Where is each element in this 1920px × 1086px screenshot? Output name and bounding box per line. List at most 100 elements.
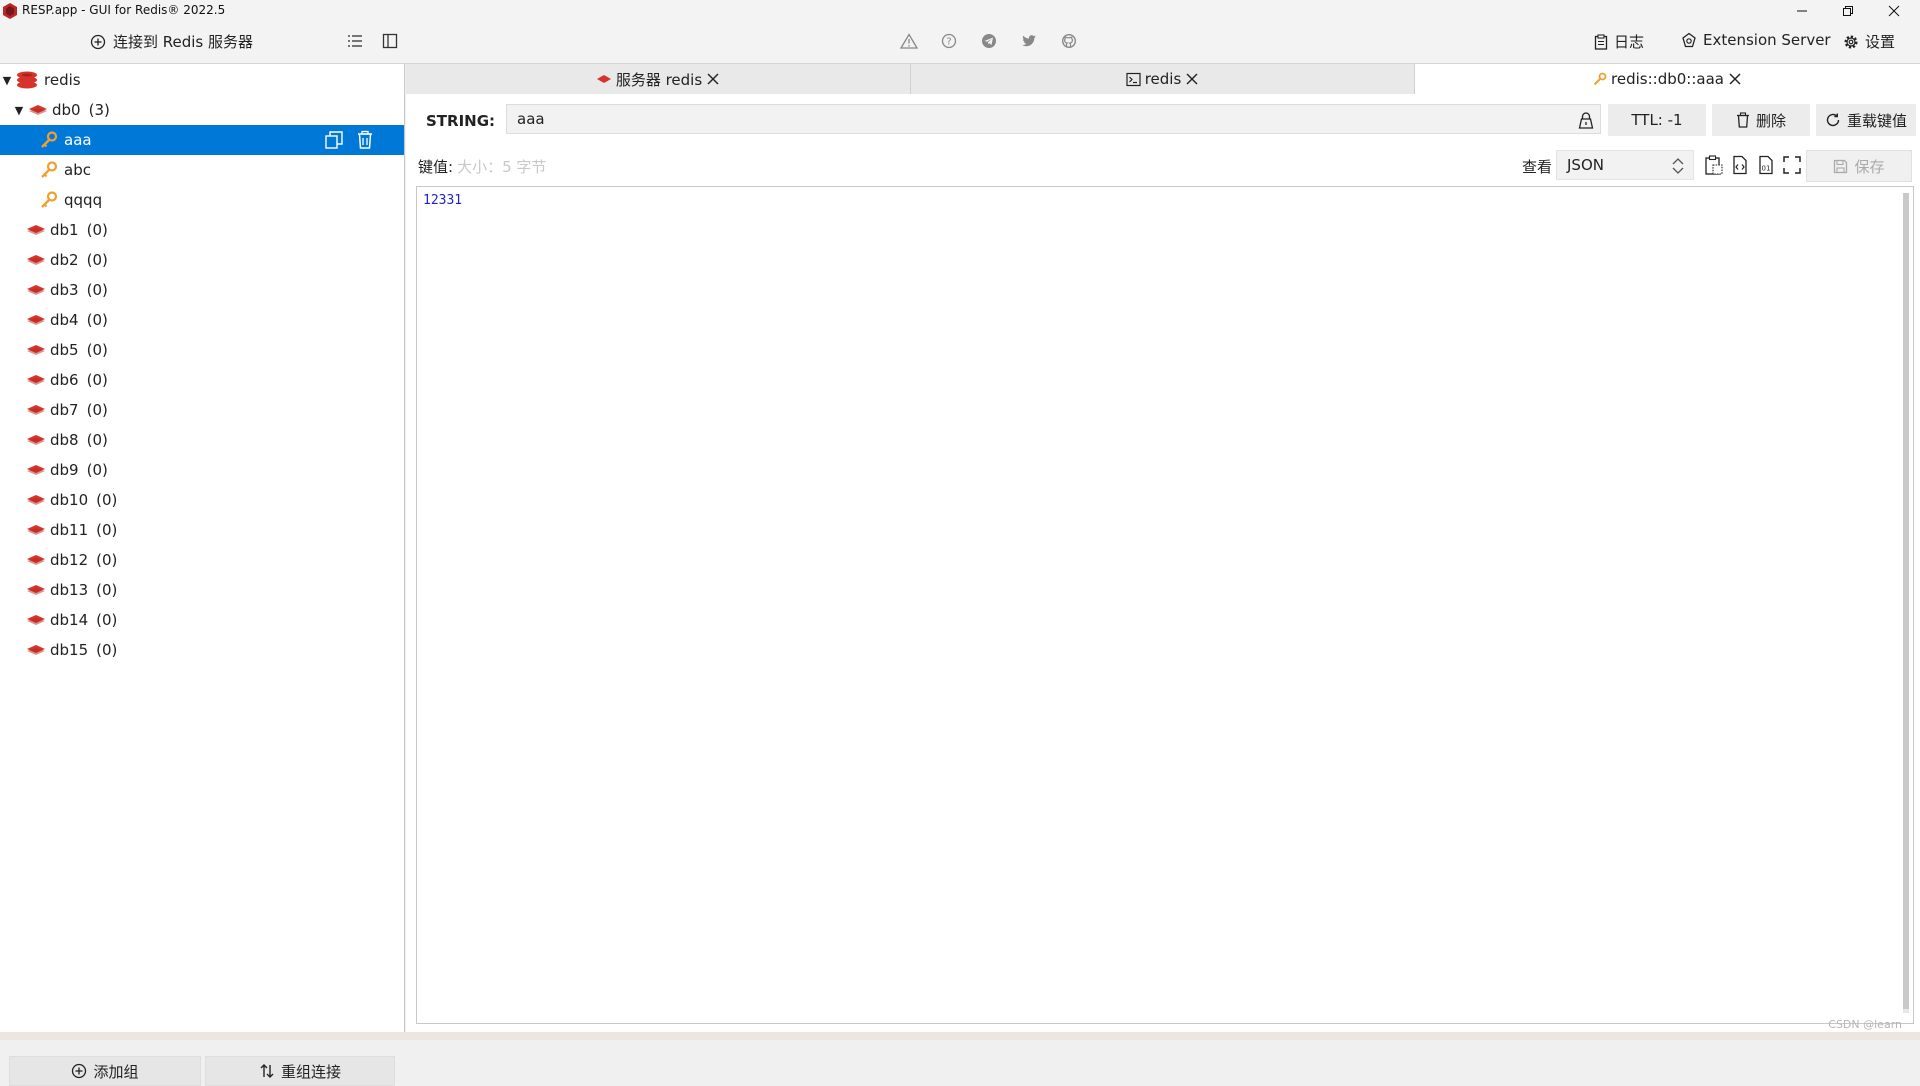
copy-key-icon[interactable] <box>324 130 344 150</box>
twitter-icon[interactable] <box>1021 33 1037 49</box>
settings-label: 设置 <box>1865 33 1896 51</box>
db-name: db0 <box>52 101 81 119</box>
db-name: db15 <box>50 641 89 659</box>
db-node-db15[interactable]: db15 (0) <box>0 635 404 665</box>
redis-server-icon <box>16 70 38 90</box>
binary-file-icon[interactable]: 01 <box>1756 155 1776 175</box>
key-name-field[interactable]: aaa <box>506 104 1601 134</box>
db-key-count: (0) <box>96 551 118 569</box>
db-node-db7[interactable]: db7 (0) <box>0 395 404 425</box>
db-key-count: (0) <box>86 431 108 449</box>
key-node-qqqq[interactable]: qqqq <box>0 185 404 215</box>
telegram-icon[interactable] <box>981 33 997 49</box>
tab-label: redis <box>1144 70 1182 88</box>
key-name: abc <box>64 161 91 179</box>
tab-console[interactable]: redis <box>911 64 1415 94</box>
db-node-db2[interactable]: db2 (0) <box>0 245 404 275</box>
db-node-db5[interactable]: db5 (0) <box>0 335 404 365</box>
database-icon <box>28 103 48 117</box>
db-node-db9[interactable]: db9 (0) <box>0 455 404 485</box>
save-value-button[interactable]: 保存 <box>1806 150 1912 182</box>
db-name: db3 <box>50 281 79 299</box>
db-node-db14[interactable]: db14 (0) <box>0 605 404 635</box>
ttl-button[interactable]: TTL: -1 <box>1608 104 1706 136</box>
warning-icon[interactable] <box>900 33 918 49</box>
db-node-db12[interactable]: db12 (0) <box>0 545 404 575</box>
close-tab-icon[interactable] <box>1728 72 1742 86</box>
expand-arrow-icon[interactable]: ▼ <box>12 104 26 117</box>
db-key-count: (0) <box>96 491 118 509</box>
key-name: aaa <box>64 131 92 149</box>
server-node-redis[interactable]: ▼ redis <box>0 65 404 95</box>
database-icon <box>26 493 46 507</box>
format-code-icon[interactable] <box>1730 155 1750 175</box>
db-node-db0[interactable]: ▼ db0 (3) <box>0 95 404 125</box>
copy-value-icon[interactable] <box>1704 155 1724 175</box>
tab-server-info[interactable]: 服务器 redis <box>406 64 911 94</box>
db-name: db12 <box>50 551 89 569</box>
split-panel-icon[interactable] <box>382 33 398 49</box>
database-icon <box>26 463 46 477</box>
regroup-connections-button[interactable]: 重组连接 <box>205 1056 395 1086</box>
floppy-disk-icon <box>1833 159 1848 174</box>
view-format-select[interactable]: JSON <box>1556 150 1694 180</box>
db-key-count: (0) <box>96 521 118 539</box>
window-title: RESP.app - GUI for Redis® 2022.5 <box>22 3 226 17</box>
expand-arrow-icon[interactable]: ▼ <box>0 74 14 87</box>
clipboard-icon <box>1594 33 1608 50</box>
db-key-count: (0) <box>96 641 118 659</box>
db-node-db1[interactable]: db1 (0) <box>0 215 404 245</box>
scrollbar-thumb[interactable] <box>1903 193 1909 1009</box>
database-icon <box>26 523 46 537</box>
delete-key-icon[interactable] <box>356 130 374 150</box>
lock-icon[interactable] <box>1578 111 1594 129</box>
extension-server-button[interactable]: Extension Server <box>1681 31 1831 49</box>
key-node-abc[interactable]: abc <box>0 155 404 185</box>
database-icon <box>26 403 46 417</box>
db-key-count: (0) <box>86 251 108 269</box>
help-icon[interactable]: ? <box>941 33 957 49</box>
restore-icon[interactable] <box>1826 0 1870 22</box>
db-name: db5 <box>50 341 79 359</box>
db-node-db11[interactable]: db11 (0) <box>0 515 404 545</box>
value-editor[interactable]: 12331 <box>416 186 1914 1024</box>
tab-key-aaa[interactable]: redis::db0::aaa <box>1415 64 1920 94</box>
db-key-count: (0) <box>96 581 118 599</box>
log-button[interactable]: 日志 <box>1594 31 1644 52</box>
db-node-db8[interactable]: db8 (0) <box>0 425 404 455</box>
value-size-hint: 大小：5 字节 <box>457 158 547 176</box>
database-icon <box>26 583 46 597</box>
database-icon <box>26 253 46 267</box>
main-toolbar: 连接到 Redis 服务器 ? 日志 Extension Server 设置 <box>0 22 1920 64</box>
view-format-value: JSON <box>1567 156 1604 174</box>
delete-key-button[interactable]: 删除 <box>1712 104 1810 136</box>
minimize-icon[interactable] <box>1780 0 1824 22</box>
list-view-icon[interactable] <box>347 33 363 49</box>
key-icon <box>40 191 58 209</box>
db-name: db4 <box>50 311 79 329</box>
db-node-db6[interactable]: db6 (0) <box>0 365 404 395</box>
reload-key-button[interactable]: 重载键值 <box>1816 104 1916 136</box>
title-bar: RESP.app - GUI for Redis® 2022.5 <box>0 0 1920 22</box>
db-node-db13[interactable]: db13 (0) <box>0 575 404 605</box>
database-icon <box>596 74 612 84</box>
fullscreen-icon[interactable] <box>1782 155 1802 175</box>
key-icon <box>40 131 58 149</box>
close-tab-icon[interactable] <box>1185 72 1199 86</box>
close-icon[interactable] <box>1872 0 1916 22</box>
db-node-db3[interactable]: db3 (0) <box>0 275 404 305</box>
database-icon <box>26 313 46 327</box>
db-node-db4[interactable]: db4 (0) <box>0 305 404 335</box>
log-label: 日志 <box>1614 33 1645 51</box>
key-node-aaa[interactable]: aaa <box>0 125 404 155</box>
add-group-button[interactable]: 添加组 <box>9 1056 201 1086</box>
ttl-label: TTL: -1 <box>1631 111 1683 129</box>
connect-redis-button[interactable]: 连接到 Redis 服务器 <box>90 31 253 52</box>
db-key-count: (0) <box>96 611 118 629</box>
tab-label: redis::db0::aaa <box>1611 70 1724 88</box>
db-node-db10[interactable]: db10 (0) <box>0 485 404 515</box>
github-icon[interactable] <box>1061 33 1077 49</box>
close-tab-icon[interactable] <box>706 72 720 86</box>
extension-label: Extension Server <box>1703 31 1831 49</box>
settings-button[interactable]: 设置 <box>1843 31 1895 52</box>
